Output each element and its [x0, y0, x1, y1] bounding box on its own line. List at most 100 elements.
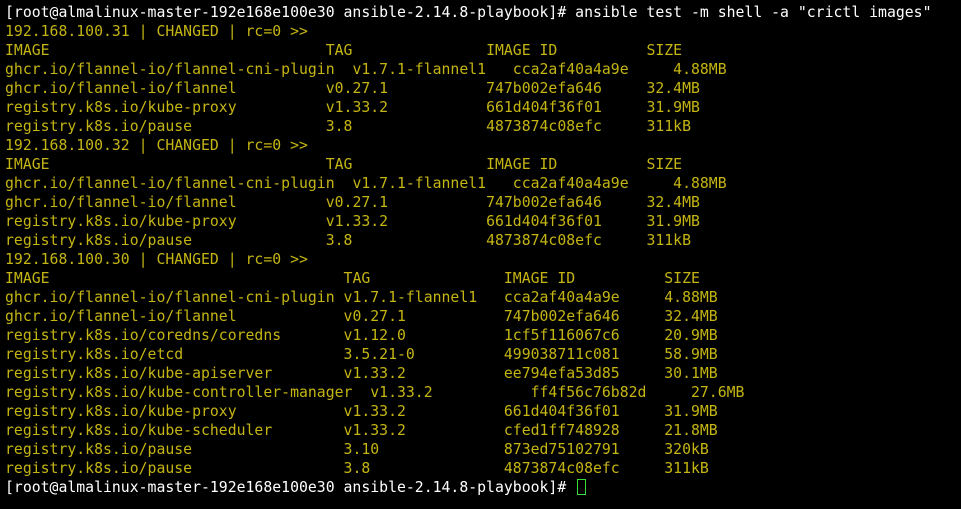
cell-image: ghcr.io/flannel-io/flannel-cni-plugin: [5, 61, 353, 78]
table-header: IMAGE TAG IMAGE ID SIZE: [5, 269, 700, 288]
cell-image: registry.k8s.io/coredns/coredns: [5, 327, 344, 344]
host-status: 192.168.100.32 | CHANGED | rc=0 >>: [5, 137, 308, 154]
cell-tag: v0.27.1: [325, 80, 487, 97]
cell-image-id: 661d404f36f01: [486, 213, 647, 230]
cell-tag: v0.27.1: [343, 308, 504, 325]
cell-size: 311kB: [646, 118, 691, 135]
table-row: registry.k8s.io/kube-proxy v1.33.2 661d4…: [5, 402, 718, 421]
cell-image: registry.k8s.io/kube-scheduler: [5, 422, 344, 439]
cell-tag: 3.8: [325, 232, 487, 249]
cell-image: ghcr.io/flannel-io/flannel-cni-plugin: [5, 175, 353, 192]
cell-size: 58.9MB: [664, 346, 718, 363]
table-row: ghcr.io/flannel-io/flannel v0.27.1 747b0…: [5, 193, 700, 212]
cell-size: 32.4MB: [664, 308, 718, 325]
terminal-window[interactable]: [root@almalinux-master-192e168e100e30 an…: [0, 0, 961, 509]
cell-size: 32.4MB: [646, 194, 700, 211]
table-row: ghcr.io/flannel-io/flannel-cni-plugin v1…: [5, 288, 718, 307]
header-size: SIZE: [664, 270, 700, 287]
cell-size: 30.1MB: [664, 365, 718, 382]
host-status: 192.168.100.30 | CHANGED | rc=0 >>: [5, 251, 308, 268]
table-row: registry.k8s.io/pause 3.8 4873874c08efc …: [5, 231, 691, 250]
table-row: ghcr.io/flannel-io/flannel v0.27.1 747b0…: [5, 307, 718, 326]
command-line: [root@almalinux-master-192e168e100e30 an…: [5, 3, 932, 22]
cell-size: 320kB: [664, 441, 709, 458]
header-image-id: IMAGE ID: [486, 156, 647, 173]
cell-image-id: ee794efa53d85: [503, 365, 665, 382]
cell-image-id: 4873874c08efc: [503, 460, 665, 477]
cell-size: 311kB: [664, 460, 709, 477]
table-row: registry.k8s.io/kube-apiserver v1.33.2 e…: [5, 364, 718, 383]
cell-image: registry.k8s.io/kube-proxy: [5, 99, 326, 116]
cell-tag: 3.8: [325, 118, 487, 135]
cell-image-id: 747b002efa646: [486, 80, 647, 97]
cell-image-id: cca2af40a4a9e: [503, 289, 665, 306]
cell-image: ghcr.io/flannel-io/flannel: [5, 194, 326, 211]
cell-tag: v1.12.0: [343, 327, 504, 344]
table-row: ghcr.io/flannel-io/flannel v0.27.1 747b0…: [5, 79, 700, 98]
cell-image-id: 661d404f36f01: [503, 403, 665, 420]
cell-image: registry.k8s.io/kube-proxy: [5, 403, 344, 420]
table-row: ghcr.io/flannel-io/flannel-cni-plugin v1…: [5, 174, 727, 193]
cell-image: ghcr.io/flannel-io/flannel: [5, 308, 344, 325]
cell-tag: v1.33.2: [343, 365, 504, 382]
cell-image-id: cfed1ff748928: [503, 422, 665, 439]
cell-size: 31.9MB: [646, 213, 700, 230]
header-image-id: IMAGE ID: [486, 42, 647, 59]
cell-tag: v0.27.1: [325, 194, 487, 211]
shell-prompt: [root@almalinux-master-192e168e100e30 an…: [5, 479, 576, 496]
cell-image-id: 661d404f36f01: [486, 99, 647, 116]
cell-image-id: cca2af40a4a9e: [512, 61, 674, 78]
table-row: ghcr.io/flannel-io/flannel-cni-plugin v1…: [5, 60, 727, 79]
cell-size: 4.88MB: [673, 61, 727, 78]
header-image-id: IMAGE ID: [503, 270, 665, 287]
table-row: registry.k8s.io/kube-scheduler v1.33.2 c…: [5, 421, 718, 440]
cell-tag: v1.7.1-flannel1: [343, 289, 504, 306]
cell-size: 20.9MB: [664, 327, 718, 344]
cell-image: ghcr.io/flannel-io/flannel: [5, 80, 326, 97]
table-row: registry.k8s.io/etcd 3.5.21-0 499038711c…: [5, 345, 718, 364]
cell-image: registry.k8s.io/kube-apiserver: [5, 365, 344, 382]
cell-image-id: 747b002efa646: [503, 308, 665, 325]
table-row: registry.k8s.io/pause 3.8 4873874c08efc …: [5, 459, 709, 478]
header-tag: TAG: [343, 270, 504, 287]
cell-size: 21.8MB: [664, 422, 718, 439]
cell-tag: v1.33.2: [325, 99, 487, 116]
cell-image: registry.k8s.io/kube-controller-manager: [5, 384, 371, 401]
active-prompt-line[interactable]: [root@almalinux-master-192e168e100e30 an…: [5, 478, 587, 497]
cell-tag: 3.8: [343, 460, 504, 477]
cell-image-id: cca2af40a4a9e: [512, 175, 674, 192]
cell-image: registry.k8s.io/pause: [5, 232, 326, 249]
cell-size: 27.6MB: [690, 384, 745, 401]
text-cursor[interactable]: [577, 479, 587, 495]
header-image: IMAGE: [5, 42, 326, 59]
command-text: ansible test -m shell -a "crictl images": [575, 4, 932, 21]
cell-image-id: 873ed75102791: [503, 441, 665, 458]
cell-image: registry.k8s.io/kube-proxy: [5, 213, 326, 230]
table-row: registry.k8s.io/coredns/coredns v1.12.0 …: [5, 326, 718, 345]
cell-size: 311kB: [646, 232, 691, 249]
cell-tag: 3.10: [343, 441, 504, 458]
cell-size: 4.88MB: [664, 289, 718, 306]
cell-tag: v1.7.1-flannel1: [352, 175, 513, 192]
cell-size: 32.4MB: [646, 80, 700, 97]
table-row: registry.k8s.io/kube-proxy v1.33.2 661d4…: [5, 212, 700, 231]
header-size: SIZE: [646, 42, 683, 59]
cell-image: registry.k8s.io/pause: [5, 460, 344, 477]
cell-tag: 3.5.21-0: [343, 346, 504, 363]
cell-tag: v1.33.2: [343, 422, 504, 439]
header-image: IMAGE: [5, 270, 344, 287]
table-row: registry.k8s.io/kube-proxy v1.33.2 661d4…: [5, 98, 700, 117]
cell-image: ghcr.io/flannel-io/flannel-cni-plugin: [5, 289, 344, 306]
header-tag: TAG: [325, 156, 487, 173]
cell-tag: v1.7.1-flannel1: [352, 61, 513, 78]
host-status: 192.168.100.31 | CHANGED | rc=0 >>: [5, 23, 308, 40]
cell-image: registry.k8s.io/pause: [5, 441, 344, 458]
table-row: registry.k8s.io/pause 3.8 4873874c08efc …: [5, 117, 691, 136]
cell-tag: v1.33.2: [325, 213, 487, 230]
table-header: IMAGE TAG IMAGE ID SIZE: [5, 155, 682, 174]
header-image: IMAGE: [5, 156, 326, 173]
cell-image-id: ff4f56c76b82d: [530, 384, 691, 401]
cell-tag: v1.33.2: [370, 384, 531, 401]
cell-size: 4.88MB: [673, 175, 727, 192]
table-header: IMAGE TAG IMAGE ID SIZE: [5, 41, 682, 60]
